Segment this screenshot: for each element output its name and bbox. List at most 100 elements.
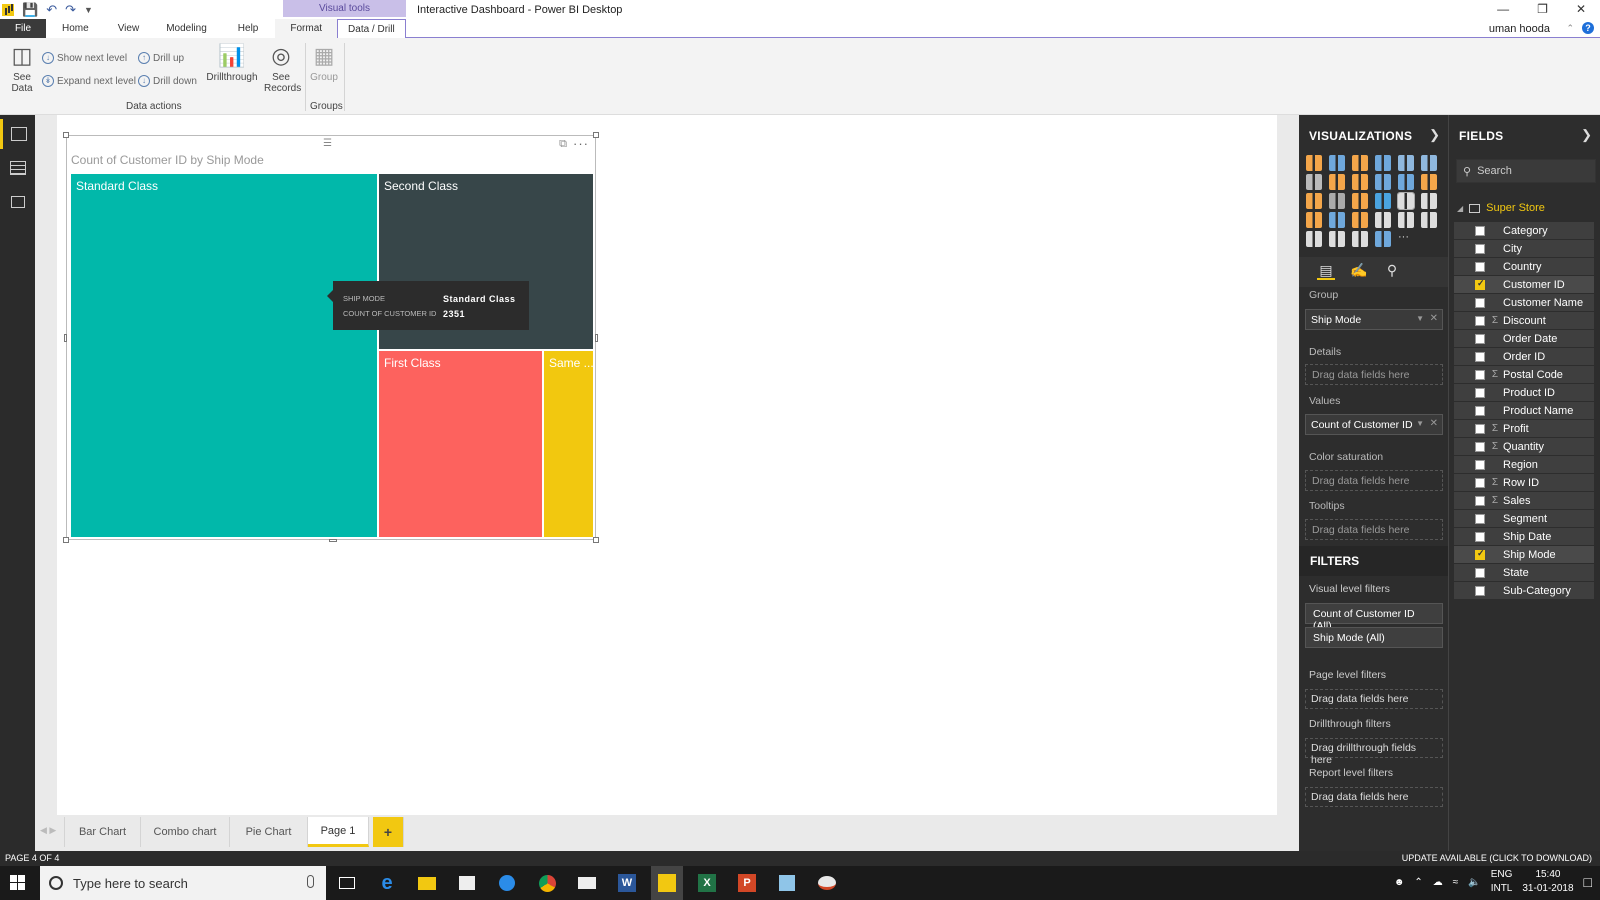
page-tab-page-1[interactable]: Page 1 [308,817,369,847]
store-icon[interactable] [455,871,479,895]
mail-icon[interactable] [575,871,599,895]
user-name[interactable]: uman hooda [1489,23,1550,35]
task-view-icon[interactable] [335,871,359,895]
resize-handle[interactable] [593,132,599,138]
visual-type-icon[interactable] [1306,155,1322,171]
visual-type-icon[interactable] [1352,231,1368,247]
close-icon[interactable]: ✕ [1576,2,1586,16]
tab-format[interactable]: Format [275,19,338,38]
field-checkbox[interactable] [1475,315,1485,326]
format-paint-roller-icon[interactable]: ✍ [1350,262,1368,280]
tab-modeling[interactable]: Modeling [152,19,221,38]
field-checkbox[interactable] [1475,548,1485,560]
field-item[interactable]: Order Date [1454,330,1594,347]
collapse-pane-icon[interactable]: ❯ [1581,127,1592,143]
redo-icon[interactable]: ↷ [65,2,76,18]
resize-handle[interactable] [595,334,598,342]
taskbar-search-box[interactable]: Type here to search [40,866,326,900]
update-available-link[interactable]: UPDATE AVAILABLE (CLICK TO DOWNLOAD) [1402,853,1592,863]
field-item[interactable]: Σ Quantity [1454,438,1594,455]
drillthrough-drop-zone[interactable]: Drag drillthrough fields here [1305,738,1443,766]
file-explorer-icon[interactable] [415,871,439,895]
drill-up-button[interactable]: ↑ Drill up [138,52,184,64]
visual-type-icon[interactable] [1329,212,1345,228]
visual-type-icon[interactable] [1329,231,1345,247]
show-next-level-button[interactable]: ↓ Show next level [42,52,127,64]
field-checkbox[interactable] [1475,297,1485,308]
field-item[interactable]: Product ID [1454,384,1594,401]
field-item[interactable]: Customer ID [1454,276,1594,293]
tab-data-drill[interactable]: Data / Drill [337,19,406,38]
drag-grip-icon[interactable]: ☰ [323,138,332,149]
remove-field-icon[interactable]: ✕ [1430,418,1438,429]
field-checkbox[interactable] [1475,261,1485,272]
field-checkbox[interactable] [1475,405,1485,416]
field-checkbox[interactable] [1475,567,1485,578]
edge-icon[interactable]: e [375,871,399,895]
report-view-button[interactable] [0,119,35,149]
visual-type-icon[interactable] [1421,212,1437,228]
powerpoint-icon[interactable]: P [735,871,759,895]
chrome-icon[interactable] [535,871,559,895]
resize-handle[interactable] [329,539,337,542]
show-hidden-icons[interactable]: ⌃ [1414,877,1422,888]
page-tab-combo-chart[interactable]: Combo chart [141,817,230,847]
details-drop-zone[interactable]: Drag data fields here [1305,364,1443,385]
field-item[interactable]: Region [1454,456,1594,473]
field-checkbox[interactable] [1475,369,1485,380]
tab-view[interactable]: View [105,19,153,38]
visual-type-icon[interactable] [1352,174,1368,190]
visual-type-icon[interactable] [1421,174,1437,190]
group-well[interactable]: Ship Mode ▼ ✕ [1305,309,1443,330]
field-item[interactable]: Σ Sales [1454,492,1594,509]
see-data-button[interactable]: ◫ See Data [8,44,36,95]
page-filters-drop-zone[interactable]: Drag data fields here [1305,689,1443,709]
field-checkbox[interactable] [1475,351,1485,362]
filter-count-of-customer-id[interactable]: Count of Customer ID (All) [1305,603,1443,632]
volume-icon[interactable]: 🔈 [1468,877,1480,888]
visual-type-icon[interactable] [1398,155,1414,171]
treemap-tile-standard-class[interactable]: Standard Class [71,174,377,537]
visual-type-icon[interactable] [1398,174,1414,190]
excel-icon[interactable]: X [695,871,719,895]
field-checkbox[interactable] [1475,423,1485,434]
visual-type-icon[interactable] [1375,155,1391,171]
person-icon[interactable]: ☻ [1394,877,1405,888]
field-checkbox[interactable] [1475,531,1485,542]
browser-icon[interactable] [495,871,519,895]
focus-mode-icon[interactable]: ⧉ [559,138,567,151]
field-checkbox[interactable] [1475,513,1485,524]
resize-handle[interactable] [63,537,69,543]
visual-type-icon[interactable] [1329,193,1345,209]
drill-down-button[interactable]: ↓ Drill down [138,75,197,87]
more-options-icon[interactable]: ··· [573,136,589,151]
visual-type-icon[interactable] [1306,174,1322,190]
visual-type-icon[interactable] [1375,231,1391,247]
treemap-visual[interactable]: ☰ ⧉ ··· Count of Customer ID by Ship Mod… [63,132,599,543]
field-item[interactable]: Ship Mode [1454,546,1594,563]
fields-tab-icon[interactable]: ▤ [1317,262,1335,280]
field-item[interactable]: Sub-Category [1454,582,1594,599]
field-item[interactable]: Ship Date [1454,528,1594,545]
undo-icon[interactable]: ↶ [46,2,57,18]
expand-next-level-button[interactable]: ↡ Expand next level [42,75,136,87]
collapse-pane-icon[interactable]: ❯ [1429,127,1440,143]
visual-type-icon[interactable] [1421,193,1437,209]
page-tab-pie-chart[interactable]: Pie Chart [230,817,308,847]
field-checkbox[interactable] [1475,585,1485,596]
visual-type-icon[interactable] [1397,192,1415,210]
field-item[interactable]: Category [1454,222,1594,239]
visual-type-icon[interactable] [1306,231,1322,247]
wifi-icon[interactable]: ≈ [1453,877,1459,888]
save-icon[interactable]: 💾 [22,2,38,18]
tab-file[interactable]: File [0,19,46,38]
see-records-button[interactable]: ◎ See Records [262,44,301,95]
minimize-icon[interactable]: — [1497,2,1509,16]
tooltips-drop-zone[interactable]: Drag data fields here [1305,519,1443,540]
visual-type-icon[interactable] [1421,155,1437,171]
expand-triangle-icon[interactable]: ◢ [1457,204,1463,213]
page-tab-bar-chart[interactable]: Bar Chart [64,817,141,847]
field-item[interactable]: Segment [1454,510,1594,527]
treemap-tile-same-day[interactable]: Same ... [544,351,594,537]
fields-search-input[interactable]: ⚲ Search [1456,159,1596,183]
